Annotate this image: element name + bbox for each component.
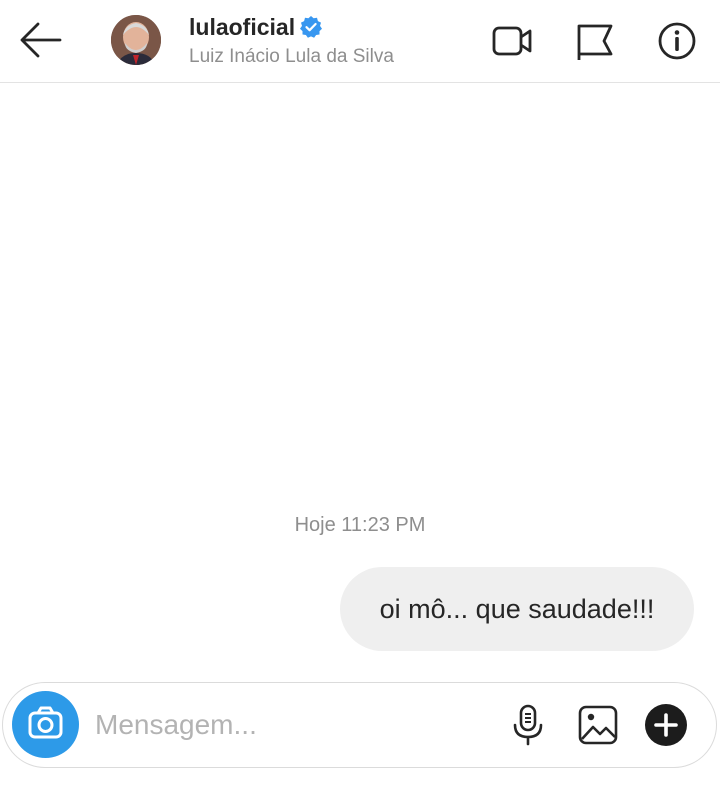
message-text: oi mô... que saudade!!!: [379, 593, 655, 624]
gallery-button[interactable]: [576, 703, 620, 747]
report-button[interactable]: [573, 20, 617, 62]
flag-icon: [577, 24, 613, 60]
voice-message-button[interactable]: [506, 703, 550, 747]
message-input[interactable]: [93, 701, 477, 749]
plus-icon: [645, 704, 687, 746]
message-timestamp: Hoje 11:23 PM: [294, 514, 426, 536]
full-name: Luiz Inácio Lula da Silva: [189, 46, 394, 67]
microphone-icon: [513, 704, 543, 746]
profile-photo: [111, 15, 161, 65]
chat-header: lulaoficial Luiz Inácio Lula da Silva: [0, 0, 720, 83]
message-bubble-sent[interactable]: oi mô... que saudade!!!: [340, 567, 694, 651]
username[interactable]: lulaoficial: [189, 14, 295, 41]
camera-icon: [28, 706, 63, 739]
video-call-icon: [492, 26, 532, 56]
camera-button[interactable]: [12, 691, 79, 758]
back-button[interactable]: [16, 18, 66, 62]
info-button[interactable]: [655, 20, 699, 62]
verified-badge-icon: [300, 16, 323, 38]
arrow-left-icon: [20, 22, 62, 58]
avatar[interactable]: [111, 15, 161, 65]
message-composer: [2, 682, 717, 768]
video-call-button[interactable]: [490, 20, 534, 62]
username-row[interactable]: lulaoficial: [189, 12, 323, 42]
gallery-icon: [578, 705, 618, 745]
more-options-button[interactable]: [644, 703, 688, 747]
info-icon: [658, 22, 696, 60]
